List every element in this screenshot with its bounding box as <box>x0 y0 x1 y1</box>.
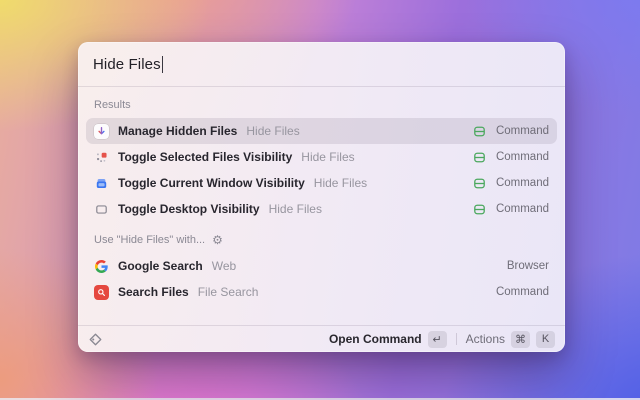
result-row-toggle-desktop[interactable]: Toggle Desktop Visibility Hide Files Com… <box>86 196 557 222</box>
file-search-icon <box>94 285 109 300</box>
result-row-search-files[interactable]: Search Files File Search Command <box>86 279 557 305</box>
command-green-icon <box>472 150 487 165</box>
search-input[interactable]: Hide Files <box>78 42 565 87</box>
result-title: Manage Hidden Files <box>118 124 237 138</box>
return-key-badge: ↵ <box>428 331 447 348</box>
results-list: Results Manage Hidden Files Hide Files C… <box>78 87 565 325</box>
footer-bar: Open Command ↵ Actions ⌘ K <box>78 325 565 352</box>
search-input-value: Hide Files <box>93 56 161 73</box>
k-key-badge: K <box>536 331 555 348</box>
launcher-window: Hide Files Results Manage Hidden Files H… <box>78 42 565 352</box>
toggle-desktop-icon <box>94 202 109 217</box>
result-subtitle: File Search <box>198 285 259 299</box>
result-row-toggle-current-window[interactable]: Toggle Current Window Visibility Hide Fi… <box>86 170 557 196</box>
result-title: Google Search <box>118 259 203 273</box>
result-type-badge: Command <box>496 286 549 298</box>
text-caret <box>162 56 164 73</box>
actions-button[interactable]: Actions <box>466 332 505 346</box>
result-subtitle: Hide Files <box>246 124 299 138</box>
result-type-badge: Command <box>496 203 549 215</box>
command-green-icon <box>472 124 487 139</box>
open-command-button[interactable]: Open Command <box>329 332 422 346</box>
gear-icon[interactable]: ⚙ <box>212 234 223 246</box>
result-type-badge: Command <box>496 125 549 137</box>
result-title: Toggle Desktop Visibility <box>118 202 260 216</box>
result-subtitle: Hide Files <box>269 202 322 216</box>
command-green-icon <box>472 202 487 217</box>
result-row-toggle-selected-files[interactable]: Toggle Selected Files Visibility Hide Fi… <box>86 144 557 170</box>
result-row-google-search[interactable]: Google Search Web Browser <box>86 253 557 279</box>
result-subtitle: Hide Files <box>314 176 367 190</box>
cmd-key-badge: ⌘ <box>511 331 530 348</box>
result-type-badge: Command <box>496 151 549 163</box>
result-subtitle: Web <box>212 259 236 273</box>
manage-hidden-files-icon <box>94 124 109 139</box>
raycast-logo-icon <box>88 332 103 347</box>
fallback-header-label: Use "Hide Files" with... <box>94 234 205 246</box>
toggle-selected-files-icon <box>94 150 109 165</box>
result-subtitle: Hide Files <box>301 150 354 164</box>
footer-divider <box>456 333 457 345</box>
command-green-icon <box>472 176 487 191</box>
results-section-header: Results <box>86 91 557 118</box>
result-row-manage-hidden-files[interactable]: Manage Hidden Files Hide Files Command <box>86 118 557 144</box>
result-title: Search Files <box>118 285 189 299</box>
results-header-label: Results <box>94 99 131 111</box>
fallback-section-header: Use "Hide Files" with... ⚙ <box>86 222 557 253</box>
google-icon <box>94 259 109 274</box>
toggle-current-window-icon <box>94 176 109 191</box>
result-title: Toggle Selected Files Visibility <box>118 150 292 164</box>
result-title: Toggle Current Window Visibility <box>118 176 305 190</box>
result-type-badge: Command <box>496 177 549 189</box>
result-type-badge: Browser <box>507 260 549 272</box>
